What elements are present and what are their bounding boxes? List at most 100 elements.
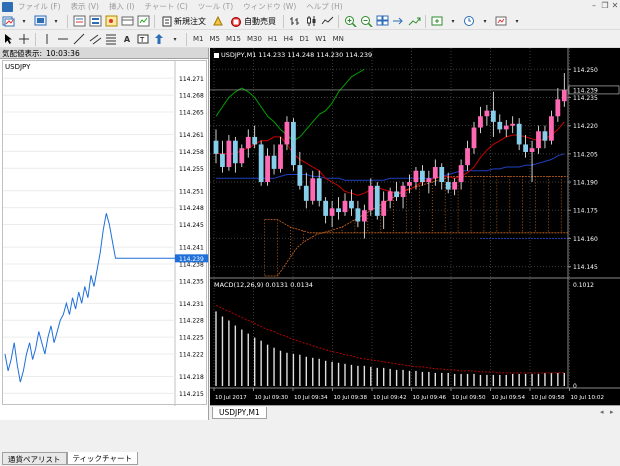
metaeditor-icon[interactable] bbox=[211, 14, 225, 28]
timeframe-d1[interactable]: D1 bbox=[296, 33, 312, 45]
menu-file[interactable]: ファイル (F) bbox=[13, 1, 66, 12]
channel-icon[interactable] bbox=[88, 32, 102, 46]
time-axis-label: 10 Jul 09:38 bbox=[334, 395, 368, 401]
candle-body bbox=[439, 167, 445, 183]
tick-price-label: 114.225 bbox=[179, 335, 204, 342]
data-window-icon[interactable] bbox=[88, 14, 102, 28]
tick-price-label: 114.228 bbox=[179, 318, 204, 325]
arrows-icon[interactable] bbox=[152, 32, 166, 46]
standard-toolbar: ▾ ▾ 新規注文 自動売買 ▾ ▾ ▾ bbox=[0, 13, 620, 30]
chart-shift-icon[interactable] bbox=[391, 14, 405, 28]
candle-body bbox=[432, 167, 438, 179]
timeframe-h1[interactable]: H1 bbox=[265, 33, 281, 45]
text-icon[interactable]: A bbox=[120, 32, 134, 46]
candle-body bbox=[420, 170, 425, 183]
menu-insert[interactable]: 挿入 (I) bbox=[104, 1, 139, 12]
tab-scroll-left-icon[interactable]: ◂ bbox=[600, 408, 604, 416]
menu-chart[interactable]: チャート (C) bbox=[139, 1, 192, 12]
candle-body bbox=[497, 121, 503, 130]
candle-body bbox=[542, 131, 548, 141]
price-axis-label: 114.190 bbox=[573, 180, 598, 187]
terminal-icon[interactable] bbox=[120, 14, 134, 28]
text-label-icon[interactable]: T bbox=[136, 32, 150, 46]
fibonacci-icon[interactable] bbox=[104, 32, 118, 46]
line-chart-icon[interactable] bbox=[320, 14, 334, 28]
tab-scroll-right-icon[interactable]: ▸ bbox=[610, 408, 614, 416]
new-order-button[interactable]: 新規注文 bbox=[159, 14, 209, 28]
timeframe-m30[interactable]: M30 bbox=[244, 33, 265, 45]
timeframe-m15[interactable]: M15 bbox=[223, 33, 244, 45]
candle-body bbox=[323, 200, 329, 216]
toolbar-separator bbox=[338, 14, 339, 28]
autoscroll-icon[interactable] bbox=[407, 14, 421, 28]
tab-symbols[interactable]: 通貨ペアリスト bbox=[2, 452, 67, 465]
timeframe-w1[interactable]: W1 bbox=[312, 33, 329, 45]
candle-body bbox=[503, 125, 509, 130]
tick-price-label: 114.245 bbox=[179, 222, 204, 229]
candle-body bbox=[490, 110, 496, 122]
time-axis-label: 10 Jul 09:34 bbox=[294, 395, 328, 401]
candle-body bbox=[407, 182, 412, 186]
crosshair-icon[interactable] bbox=[17, 32, 31, 46]
candle-body bbox=[561, 89, 567, 102]
close-icon[interactable]: ✕ bbox=[610, 1, 620, 11]
chart-header-text: USDJPY,M1 114.233 114.248 114.230 114.23… bbox=[221, 51, 373, 59]
dropdown-icon[interactable]: ▾ bbox=[446, 14, 460, 28]
menu-view[interactable]: 表示 (V) bbox=[66, 1, 104, 12]
new-order-icon bbox=[162, 16, 172, 26]
candle-body bbox=[478, 116, 483, 128]
candle-body bbox=[336, 208, 341, 213]
tester-icon[interactable] bbox=[136, 14, 150, 28]
timeframe-mn[interactable]: MN bbox=[330, 33, 347, 45]
dropdown-icon[interactable]: ▾ bbox=[478, 14, 492, 28]
timeframe-m1[interactable]: M1 bbox=[190, 33, 207, 45]
market-watch-tabs: 通貨ペアリスト ティックチャート bbox=[2, 452, 138, 466]
tile-windows-icon[interactable] bbox=[375, 14, 389, 28]
dropdown-icon[interactable]: ▾ bbox=[49, 14, 63, 28]
dropdown-icon[interactable]: ▾ bbox=[17, 14, 31, 28]
timeframe-m5[interactable]: M5 bbox=[207, 33, 224, 45]
market-watch-icon[interactable] bbox=[72, 14, 86, 28]
candle-body bbox=[265, 155, 270, 183]
minimize-icon[interactable]: – bbox=[589, 1, 599, 11]
menu-tools[interactable]: ツール (T) bbox=[193, 1, 238, 12]
tick-chart-area[interactable]: USDJPY 114.271 114.268 114.265 114.261 114.2… bbox=[2, 60, 208, 406]
profiles-icon[interactable] bbox=[33, 14, 47, 28]
timeframe-h4[interactable]: H4 bbox=[281, 33, 297, 45]
tab-tick-chart[interactable]: ティックチャート bbox=[66, 452, 138, 465]
tick-price-label: 114.265 bbox=[179, 110, 204, 117]
menu-help[interactable]: ヘルプ (H) bbox=[301, 1, 347, 12]
candlestick-icon[interactable] bbox=[304, 14, 318, 28]
candle-body bbox=[316, 178, 322, 201]
auto-trading-button[interactable]: 自動売買 bbox=[227, 14, 279, 28]
candle-body bbox=[220, 153, 225, 167]
chart-window[interactable]: 114.250 114.235 114.220 114.205 114.190 114.1… bbox=[210, 48, 620, 405]
candle-body bbox=[413, 170, 419, 183]
indicators-icon[interactable] bbox=[430, 14, 444, 28]
chart-tab-usdjpy[interactable]: USDJPY,M1 bbox=[212, 407, 267, 419]
tick-price-label: 114.268 bbox=[179, 93, 204, 100]
vertical-line-icon[interactable] bbox=[40, 32, 54, 46]
periods-icon[interactable] bbox=[462, 14, 476, 28]
candle-body bbox=[297, 165, 303, 186]
templates-icon[interactable] bbox=[494, 14, 508, 28]
cursor-icon[interactable] bbox=[1, 32, 15, 46]
candle-body bbox=[303, 185, 309, 201]
bar-chart-icon[interactable] bbox=[288, 14, 302, 28]
trendline-icon[interactable] bbox=[72, 32, 86, 46]
zoom-out-icon[interactable] bbox=[359, 14, 373, 28]
zoom-in-icon[interactable] bbox=[343, 14, 357, 28]
market-watch-time: 10:03:36 bbox=[46, 49, 80, 58]
dropdown-icon[interactable]: ▾ bbox=[168, 32, 182, 46]
time-axis-label: 10 Jul 09:50 bbox=[452, 395, 486, 401]
horizontal-line-icon[interactable] bbox=[56, 32, 70, 46]
menu-window[interactable]: ウィンドウ (W) bbox=[238, 1, 301, 12]
restore-icon[interactable]: ❐ bbox=[600, 1, 610, 11]
candle-body bbox=[232, 140, 238, 164]
candle-body bbox=[523, 144, 528, 152]
candle-body bbox=[381, 200, 387, 216]
candle-body bbox=[484, 110, 490, 117]
new-chart-icon[interactable] bbox=[1, 14, 15, 28]
navigator-icon[interactable] bbox=[104, 14, 118, 28]
dropdown-icon[interactable]: ▾ bbox=[510, 14, 524, 28]
